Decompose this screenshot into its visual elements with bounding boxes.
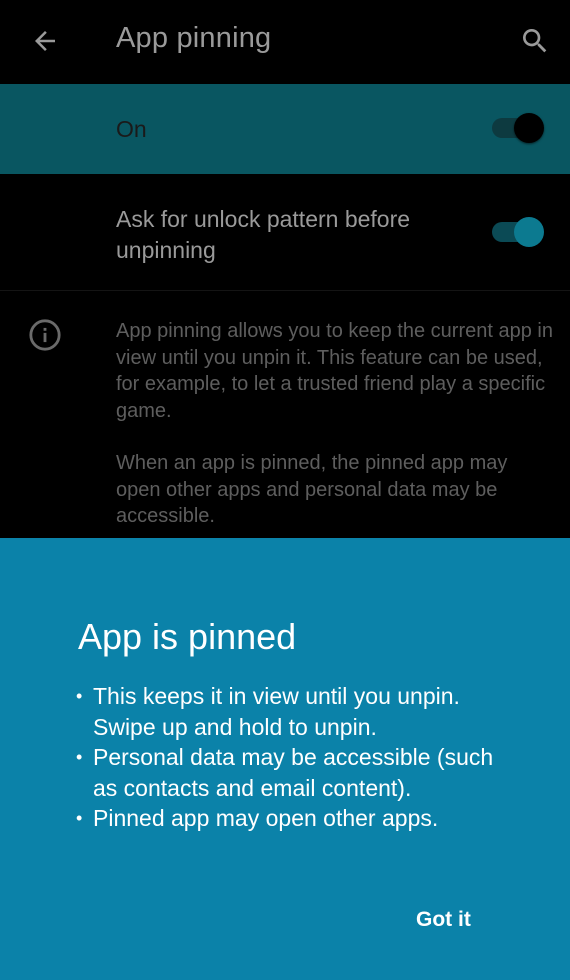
back-button[interactable] [22, 18, 68, 64]
app-pinning-screen: App pinning On Ask for unlock pattern be… [0, 0, 570, 980]
info-paragraph: App pinning allows you to keep the curre… [116, 320, 553, 422]
top-app-bar: App pinning [0, 0, 570, 84]
info-paragraph: When an app is pinned, the pinned app ma… [116, 452, 508, 527]
unlock-pattern-label: Ask for unlock pattern before unpinning [116, 206, 411, 263]
app-pinned-dialog: App is pinned This keeps it in view unti… [0, 538, 570, 980]
page-title: App pinning [116, 22, 272, 54]
unlock-pattern-row[interactable]: Ask for unlock pattern before unpinning [0, 174, 570, 291]
toggle-thumb [514, 217, 544, 247]
dialog-bullet-item: Pinned app may open other apps. [76, 803, 516, 834]
got-it-button[interactable]: Got it [404, 904, 483, 936]
dialog-title: App is pinned [78, 616, 297, 657]
search-icon [523, 29, 547, 53]
info-description: App pinning allows you to keep the curre… [116, 318, 556, 530]
unlock-pattern-toggle[interactable] [492, 216, 546, 247]
master-switch-toggle[interactable] [492, 112, 546, 143]
dialog-bullet-list: This keeps it in view until you unpin. S… [76, 681, 516, 834]
arrow-back-icon [35, 31, 55, 51]
master-switch-row[interactable]: On [0, 84, 570, 174]
dialog-bullet-item: Personal data may be accessible (such as… [76, 742, 516, 803]
toggle-thumb [514, 113, 544, 143]
master-switch-label: On [116, 116, 147, 142]
info-icon [29, 319, 61, 351]
dialog-bullet-item: This keeps it in view until you unpin. S… [76, 681, 516, 742]
search-button[interactable] [512, 18, 558, 64]
